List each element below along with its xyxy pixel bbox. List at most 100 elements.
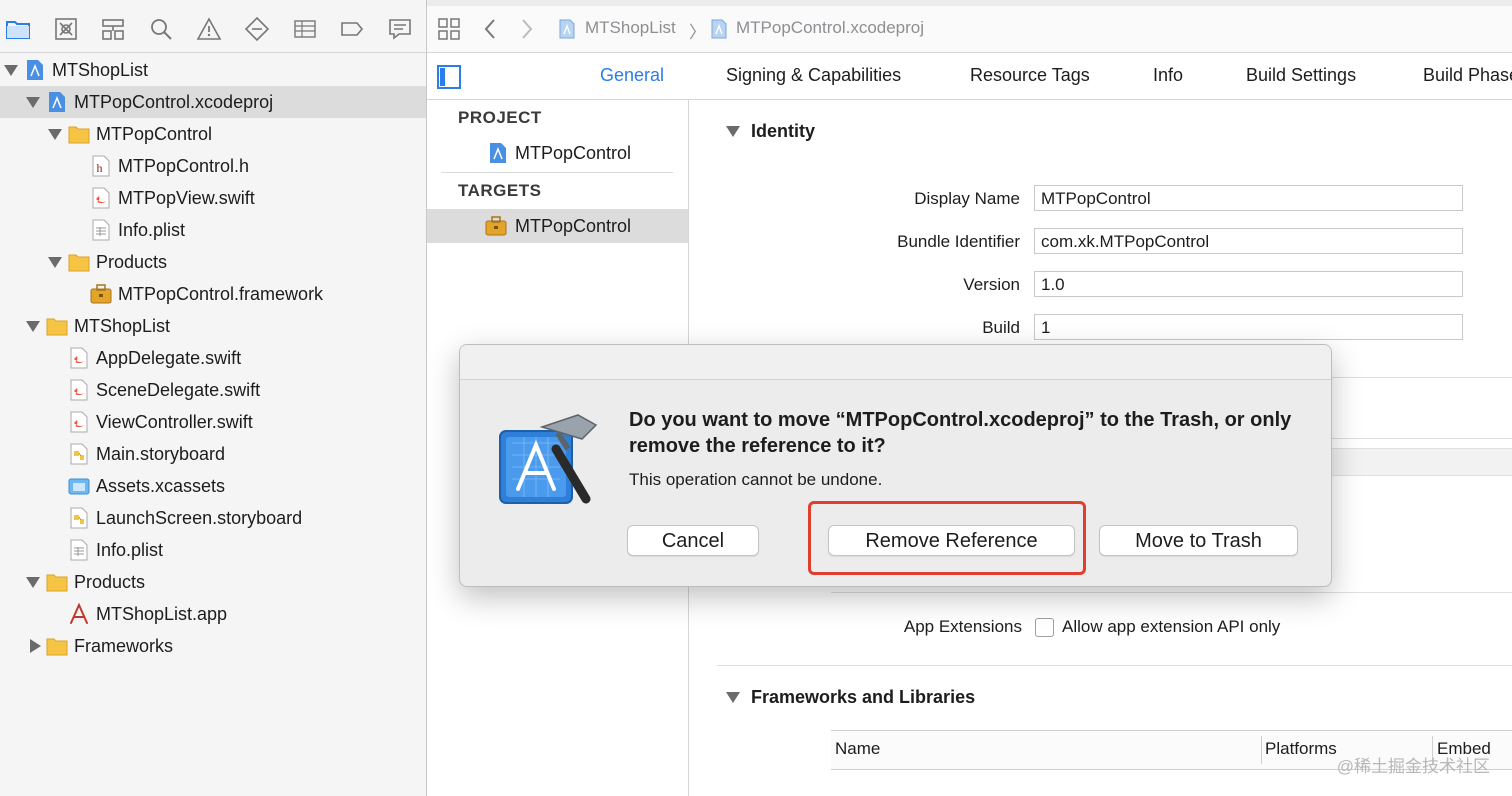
disclosure-closed-icon[interactable]	[30, 639, 41, 653]
project-item[interactable]: MTPopControl	[427, 136, 688, 170]
disclosure-open-icon[interactable]	[48, 257, 62, 268]
folder-icon	[46, 635, 68, 657]
tree-row[interactable]: Info.plist	[0, 214, 426, 246]
tree-row[interactable]: MTShopList	[0, 54, 426, 86]
dialog-informative-text: This operation cannot be undone.	[629, 470, 883, 489]
swift-file-icon	[68, 379, 90, 401]
tree-row-label: Info.plist	[96, 540, 164, 560]
app-extension-api-checkbox[interactable]	[1035, 618, 1054, 637]
column-name[interactable]: Name	[835, 739, 880, 759]
source-control-icon[interactable]	[53, 16, 79, 42]
tree-row[interactable]: AppDelegate.swift	[0, 342, 426, 374]
tree-row[interactable]: MTShopList	[0, 310, 426, 342]
forward-chevron-icon[interactable]	[520, 18, 534, 40]
column-platforms[interactable]: Platforms	[1265, 739, 1337, 759]
sidebar-toggle-icon[interactable]	[437, 65, 461, 89]
tree-row-label: Info.plist	[118, 220, 186, 240]
identity-disclosure-icon[interactable]	[726, 126, 740, 137]
tree-row-label: Products	[74, 572, 146, 592]
move-to-trash-button[interactable]: Move to Trash	[1099, 525, 1298, 556]
disclosure-open-icon[interactable]	[26, 577, 40, 588]
tree-row[interactable]: MTPopView.swift	[0, 182, 426, 214]
back-chevron-icon[interactable]	[483, 18, 497, 40]
version-field[interactable]: 1.0	[1034, 271, 1463, 297]
dialog-message: Do you want to move “MTPopControl.xcodep…	[629, 409, 1292, 457]
project-item-label: MTPopControl	[515, 143, 632, 163]
bundle-identifier-field[interactable]: com.xk.MTPopControl	[1034, 228, 1463, 254]
assets-icon	[68, 475, 90, 497]
folder-icon[interactable]	[5, 16, 31, 42]
app-icon	[68, 603, 90, 625]
test-icon[interactable]	[244, 16, 270, 42]
tree-row-label: MTShopList	[74, 316, 171, 336]
version-label: Version	[963, 275, 1020, 294]
target-item[interactable]: MTPopControl	[427, 209, 688, 243]
build-label: Build	[982, 318, 1020, 337]
tab-general[interactable]: General	[600, 65, 664, 86]
tree-row-label: AppDelegate.swift	[96, 348, 242, 368]
tab-info[interactable]: Info	[1153, 65, 1183, 86]
tab-signing-capabilities[interactable]: Signing & Capabilities	[726, 65, 901, 86]
tree-row[interactable]: MTPopControl.framework	[0, 278, 426, 310]
identity-title: Identity	[751, 121, 816, 141]
tree-row-label: Products	[96, 252, 168, 272]
framework-icon	[485, 215, 507, 237]
find-icon[interactable]	[148, 16, 174, 42]
tab-build-phases[interactable]: Build Phases	[1423, 65, 1512, 86]
disclosure-open-icon[interactable]	[26, 97, 40, 108]
tree-row-label: MTPopControl.framework	[118, 284, 324, 304]
tree-row[interactable]: Info.plist	[0, 534, 426, 566]
tree-row-label: ViewController.swift	[96, 412, 253, 432]
display-name-field[interactable]: MTPopControl	[1034, 185, 1463, 211]
tree-row[interactable]: Products	[0, 566, 426, 598]
tab-build-settings[interactable]: Build Settings	[1246, 65, 1356, 86]
tree-row-label: SceneDelegate.swift	[96, 380, 261, 400]
project-icon	[46, 91, 68, 113]
disclosure-open-icon[interactable]	[48, 129, 62, 140]
cancel-button[interactable]: Cancel	[627, 525, 759, 556]
tree-row-label: LaunchScreen.storyboard	[96, 508, 303, 528]
tree-row[interactable]: Frameworks	[0, 630, 426, 662]
tree-row-label: Main.storyboard	[96, 444, 226, 464]
frameworks-disclosure-icon[interactable]	[726, 692, 740, 703]
disclosure-open-icon[interactable]	[4, 65, 18, 76]
related-items-icon[interactable]	[438, 18, 460, 40]
breadcrumb-project[interactable]: MTShopList	[585, 18, 676, 38]
tree-row-label: Frameworks	[74, 636, 174, 656]
tree-row[interactable]: ViewController.swift	[0, 406, 426, 438]
issue-icon[interactable]	[196, 16, 222, 42]
project-header: PROJECT	[458, 108, 542, 127]
tree-row-label: MTPopView.swift	[118, 188, 255, 208]
storyboard-icon	[68, 507, 90, 529]
tree-row[interactable]: MTPopControl.xcodeproj	[0, 86, 426, 118]
tree-row-label: MTShopList.app	[96, 604, 228, 624]
project-icon	[487, 142, 509, 164]
tab-resource-tags[interactable]: Resource Tags	[970, 65, 1090, 86]
report-icon[interactable]	[387, 16, 413, 42]
swift-file-icon	[68, 411, 90, 433]
tree-row[interactable]: LaunchScreen.storyboard	[0, 502, 426, 534]
tree-row[interactable]: Products	[0, 246, 426, 278]
build-field[interactable]: 1	[1034, 314, 1463, 340]
swift-file-icon	[90, 187, 112, 209]
project-icon	[557, 19, 577, 39]
tree-row[interactable]: SceneDelegate.swift	[0, 374, 426, 406]
tree-row[interactable]: Main.storyboard	[0, 438, 426, 470]
tree-row[interactable]: Assets.xcassets	[0, 470, 426, 502]
debug-icon[interactable]	[292, 16, 318, 42]
jump-bar: MTShopList 〉 MTPopControl.xcodeproj	[427, 6, 1512, 53]
bundle-identifier-label: Bundle Identifier	[897, 232, 1020, 251]
plist-file-icon	[68, 539, 90, 561]
project-icon	[24, 59, 46, 81]
svg-text:h: h	[97, 161, 103, 175]
app-extensions-label: App Extensions	[903, 617, 1022, 636]
tree-row[interactable]: MTShopList.app	[0, 598, 426, 630]
plist-file-icon	[90, 219, 112, 241]
disclosure-open-icon[interactable]	[26, 321, 40, 332]
tree-row[interactable]: MTPopControl	[0, 118, 426, 150]
symbol-icon[interactable]	[100, 16, 126, 42]
breakpoint-icon[interactable]	[339, 16, 365, 42]
breadcrumb-file[interactable]: MTPopControl.xcodeproj	[736, 18, 924, 38]
folder-icon	[68, 251, 90, 273]
tree-row[interactable]: h MTPopControl.h	[0, 150, 426, 182]
